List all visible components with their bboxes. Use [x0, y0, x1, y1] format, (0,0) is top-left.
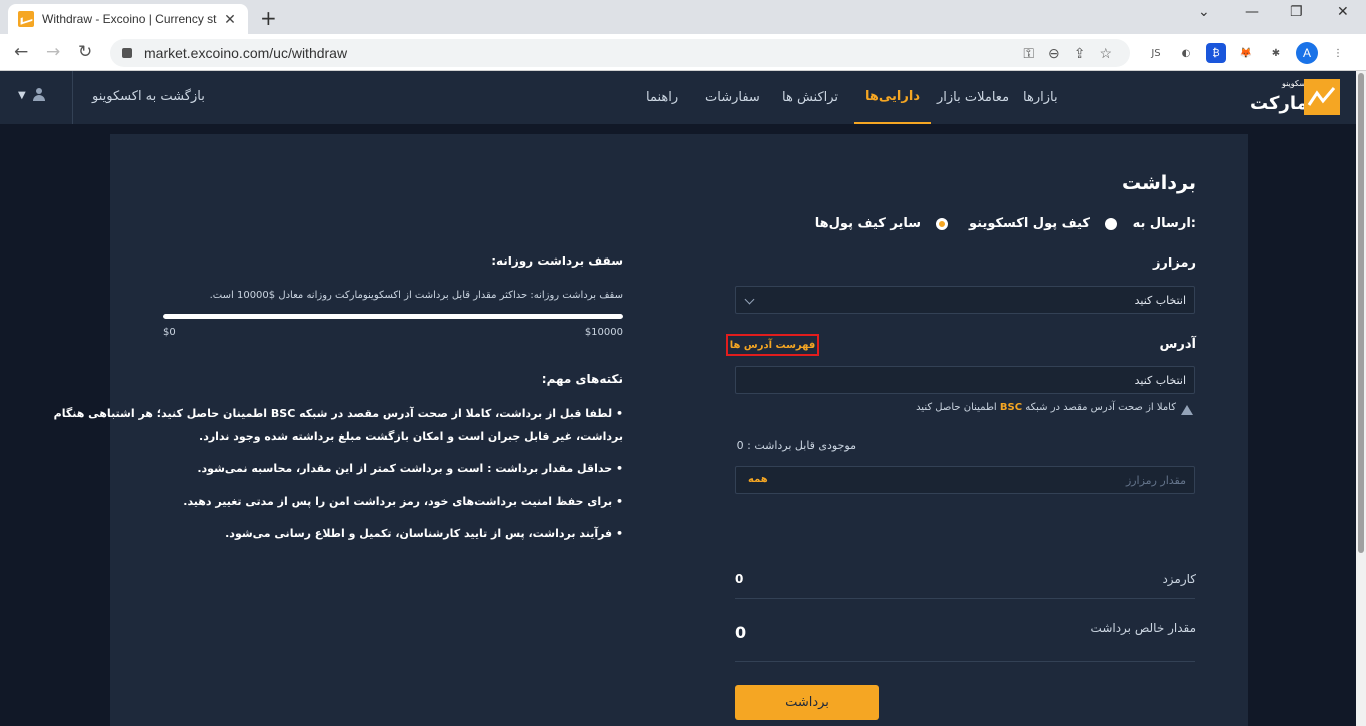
daily-limit-description: سقف برداشت روزانه: حداکثر مقدار قابل برد… [209, 290, 623, 301]
currency-select[interactable]: انتخاب کنید [735, 286, 1195, 314]
tab-search-chevron-icon[interactable]: ⌄ [1198, 4, 1210, 20]
warning-icon [1181, 405, 1193, 415]
metamask-fox-icon[interactable]: 🦊 [1236, 43, 1256, 63]
nav-help[interactable]: راهنما [646, 71, 678, 124]
logo-big-text: مارکت [1250, 93, 1308, 114]
all-amount-button[interactable]: همه [748, 474, 768, 485]
network-warning-pre: کاملا از صحت آدرس مقصد در شبکه [1025, 402, 1176, 413]
withdraw-submit-button[interactable]: برداشت [735, 685, 879, 720]
option-other-wallets-label[interactable]: سایر کیف پول‌ها [815, 216, 921, 231]
js-extension-icon[interactable]: JS [1146, 43, 1166, 63]
fee-value: 0 [735, 572, 744, 586]
nav-markets[interactable]: بازارها [1023, 71, 1058, 124]
address-select[interactable]: انتخاب کنید [735, 366, 1195, 394]
note-item: برداشت، غیر قابل جبران است و امکان بازگش… [199, 430, 623, 443]
grey-extension-icon[interactable]: ◐ [1176, 43, 1196, 63]
header-divider [72, 71, 73, 124]
app-header: اکسکوینو مارکت بازارها معاملات بازار دار… [0, 71, 1356, 124]
browser-menu-icon[interactable]: ⋮ [1328, 43, 1348, 63]
page-scrollbar[interactable] [1356, 71, 1366, 726]
puzzle-extensions-icon[interactable]: ✱ [1266, 43, 1286, 63]
reload-icon[interactable]: ↻ [78, 42, 92, 62]
chevron-down-icon [744, 294, 755, 305]
notes-title: نکته‌های مهم: [541, 372, 623, 386]
note-item: • حداقل مقدار برداشت : است و برداشت کمتر… [197, 462, 623, 475]
nav-assets[interactable]: دارایی‌ها [854, 71, 931, 124]
currency-select-value: انتخاب کنید [1134, 294, 1186, 307]
url-bar[interactable]: market.excoino.com/uc/withdraw ⚿ ⊖ ⇪ ☆ [110, 39, 1130, 67]
share-icon[interactable]: ⇪ [1074, 45, 1086, 62]
tab-title: Withdraw - Excoino | Currency st [42, 12, 217, 26]
amount-input[interactable]: مقدار رمزارز همه [735, 466, 1195, 494]
address-label: آدرس [1159, 337, 1196, 352]
network-warning-post: اطمینان حاصل کنید [916, 402, 997, 413]
nav-market-trades[interactable]: معاملات بازار [937, 71, 1009, 124]
back-arrow-icon[interactable]: ← [14, 42, 28, 62]
page-title: برداشت [1121, 172, 1196, 194]
profile-avatar[interactable]: A [1296, 42, 1318, 64]
extensions-area: JS ◐ ₿ 🦊 ✱ A ⋮ [1146, 42, 1348, 64]
address-list-button[interactable]: فهرست آدرس ها [726, 334, 819, 356]
withdraw-panel: برداشت ارسال به: کیف پول اکسکوینو سایر ک… [54, 134, 1248, 726]
blue-extension-icon[interactable]: ₿ [1206, 43, 1226, 63]
fee-divider [735, 598, 1195, 599]
network-warning-bsc: BSC [999, 402, 1023, 413]
withdrawable-balance: موجودی قابل برداشت : 0 [736, 439, 856, 452]
option-excoino-wallet-label[interactable]: کیف پول اکسکوینو [969, 216, 1090, 231]
bookmark-star-icon[interactable]: ☆ [1099, 45, 1112, 62]
maximize-icon[interactable]: ❐ [1290, 4, 1303, 20]
window-close-icon[interactable]: ✕ [1337, 4, 1349, 20]
scrollbar-thumb[interactable] [1358, 73, 1364, 553]
caret-down-icon: ▼ [18, 89, 26, 101]
back-to-excoino-link[interactable]: بازگشت به اکسکوینو [92, 89, 205, 104]
zoom-icon[interactable]: ⊖ [1048, 45, 1060, 62]
daily-limit-max: $10000 [584, 327, 623, 338]
note-item: • برای حفظ امنیت برداشت‌های خود، رمز برد… [183, 495, 623, 508]
logo-chart-icon [1304, 79, 1340, 115]
daily-limit-min: $0 [163, 327, 176, 338]
nav-orders[interactable]: سفارشات [705, 71, 760, 124]
send-to-label: ارسال به: [1132, 216, 1196, 231]
new-tab-icon[interactable]: + [260, 6, 277, 30]
user-icon [32, 88, 46, 102]
fee-label: کارمزد [1162, 572, 1196, 586]
address-select-value: انتخاب کنید [1134, 374, 1186, 387]
key-icon[interactable]: ⚿ [1023, 45, 1034, 62]
currency-label: رمزارز [1152, 256, 1196, 271]
forward-arrow-icon[interactable]: → [46, 42, 60, 62]
note-item: • لطفا قبل از برداشت، کاملا از صحت آدرس … [53, 407, 623, 420]
browser-tabbar: Withdraw - Excoino | Currency st ✕ + ⌄ —… [0, 0, 1366, 34]
network-warning: کاملا از صحت آدرس مقصد در شبکه BSC اطمین… [916, 402, 1176, 413]
daily-limit-progress [163, 314, 623, 319]
daily-limit-progress-fill [163, 314, 623, 319]
net-amount-label: مقدار خالص برداشت [1090, 621, 1196, 635]
amount-placeholder: مقدار رمزارز [1125, 474, 1186, 487]
excoino-favicon-icon [18, 11, 34, 27]
minimize-icon[interactable]: — [1245, 4, 1259, 20]
tab-close-icon[interactable]: ✕ [222, 11, 238, 28]
url-text: market.excoino.com/uc/withdraw [144, 45, 348, 61]
nav-transactions[interactable]: تراکنش ها [782, 71, 838, 124]
radio-other-wallets[interactable] [936, 218, 948, 230]
lock-icon [122, 48, 132, 58]
user-menu[interactable]: ▼ [18, 88, 46, 102]
net-amount-value: 0 [735, 623, 747, 642]
radio-excoino-wallet[interactable] [1105, 218, 1117, 230]
daily-limit-title: سقف برداشت روزانه: [491, 254, 623, 268]
browser-tab[interactable]: Withdraw - Excoino | Currency st ✕ [8, 4, 248, 34]
note-item: • فرآیند برداشت، پس از تایید کارشناسان، … [225, 527, 623, 540]
net-divider [735, 661, 1195, 662]
excoino-market-logo[interactable]: اکسکوینو مارکت [1250, 79, 1340, 117]
